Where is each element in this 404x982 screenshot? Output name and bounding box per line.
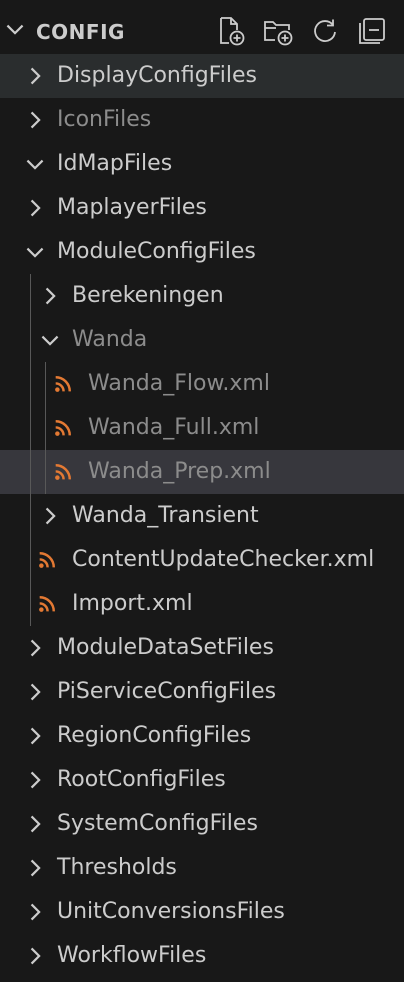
tree-folder-row[interactable]: Wanda [0,318,404,362]
section-actions [215,14,388,48]
tree-folder-row[interactable]: ModuleConfigFiles [0,230,404,274]
tree-folder-row[interactable]: RegionConfigFiles [0,714,404,758]
tree-item-label: ContentUpdateChecker.xml [72,547,375,572]
tree-item-label: Import.xml [72,591,193,616]
indent-guide [30,274,31,626]
tree-folder-row[interactable]: ModuleDataSetFiles [0,626,404,670]
tree-file-row[interactable]: Wanda_Flow.xml [0,362,404,406]
section-title: CONFIG [36,20,125,44]
tree-item-label: IconFiles [57,107,152,132]
file-tree: DisplayConfigFiles IconFiles IdMapFiles Map… [0,54,404,978]
chevron-right-icon[interactable] [24,857,46,879]
tree-file-row[interactable]: ContentUpdateChecker.xml [0,538,404,582]
chevron-right-icon[interactable] [24,637,46,659]
new-folder-icon [264,21,293,46]
tree-folder-row[interactable]: WorkflowFiles [0,934,404,978]
refresh-icon [314,19,336,42]
tree-folder-row[interactable]: RootConfigFiles [0,758,404,802]
tree-item-label: Wanda_Full.xml [88,415,260,440]
chevron-right-icon[interactable] [39,505,61,527]
chevron-right-icon[interactable] [24,197,46,219]
tree-folder-row[interactable]: IdMapFiles [0,142,404,186]
tree-folder-row[interactable]: PiServiceConfigFiles [0,670,404,714]
collapse-all-button[interactable] [356,14,388,48]
tree-item-label: Thresholds [57,855,177,880]
chevron-right-icon[interactable] [24,725,46,747]
tree-item-label: Wanda [72,327,148,352]
tree-item-label: IdMapFiles [57,151,173,176]
chevron-right-icon[interactable] [24,945,46,967]
chevron-right-icon[interactable] [24,681,46,703]
indent-guide [45,362,46,494]
chevron-right-icon[interactable] [24,901,46,923]
rss-icon [39,596,55,612]
tree-folder-row[interactable]: Thresholds [0,846,404,890]
tree-item-label: WorkflowFiles [57,943,207,968]
new-folder-button[interactable] [262,14,294,48]
chevron-right-icon[interactable] [24,65,46,87]
collapse-all-icon [359,18,385,44]
tree-item-label: Wanda_Flow.xml [88,371,270,396]
tree-item-label: RootConfigFiles [57,767,226,792]
chevron-down-icon[interactable] [4,18,26,40]
tree-item-label: DisplayConfigFiles [57,63,257,88]
chevron-down-icon[interactable] [39,329,61,351]
tree-folder-row[interactable]: SystemConfigFiles [0,802,404,846]
tree-file-row[interactable]: Wanda_Prep.xml [0,450,404,494]
tree-file-row[interactable]: Import.xml [0,582,404,626]
tree-folder-row[interactable]: Berekeningen [0,274,404,318]
tree-item-label: PiServiceConfigFiles [57,679,277,704]
tree-item-label: SystemConfigFiles [57,811,258,836]
tree-item-label: Berekeningen [72,283,224,308]
rss-icon [39,552,55,568]
tree-folder-row[interactable]: UnitConversionsFiles [0,890,404,934]
refresh-button[interactable] [309,14,341,48]
chevron-down-icon[interactable] [24,241,46,263]
tree-item-label: ModuleDataSetFiles [57,635,274,660]
tree-item-label: RegionConfigFiles [57,723,252,748]
tree-item-label: MaplayerFiles [57,195,207,220]
rss-icon [55,376,71,392]
rss-icon [55,420,71,436]
tree-item-label: Wanda_Prep.xml [88,459,271,484]
tree-file-row[interactable]: Wanda_Full.xml [0,406,404,450]
tree-item-label: ModuleConfigFiles [57,239,256,264]
chevron-right-icon[interactable] [24,813,46,835]
new-file-button[interactable] [215,14,247,48]
tree-folder-row[interactable]: Wanda_Transient [0,494,404,538]
chevron-right-icon[interactable] [39,285,61,307]
chevron-right-icon[interactable] [24,769,46,791]
new-file-icon [220,17,245,46]
tree-item-label: Wanda_Transient [72,503,259,528]
tree-folder-row[interactable]: IconFiles [0,98,404,142]
chevron-right-icon[interactable] [24,109,46,131]
tree-item-label: UnitConversionsFiles [57,899,285,924]
rss-icon [55,464,71,480]
tree-folder-row[interactable]: DisplayConfigFiles [0,54,404,98]
chevron-down-icon[interactable] [24,153,46,175]
tree-folder-row[interactable]: MaplayerFiles [0,186,404,230]
